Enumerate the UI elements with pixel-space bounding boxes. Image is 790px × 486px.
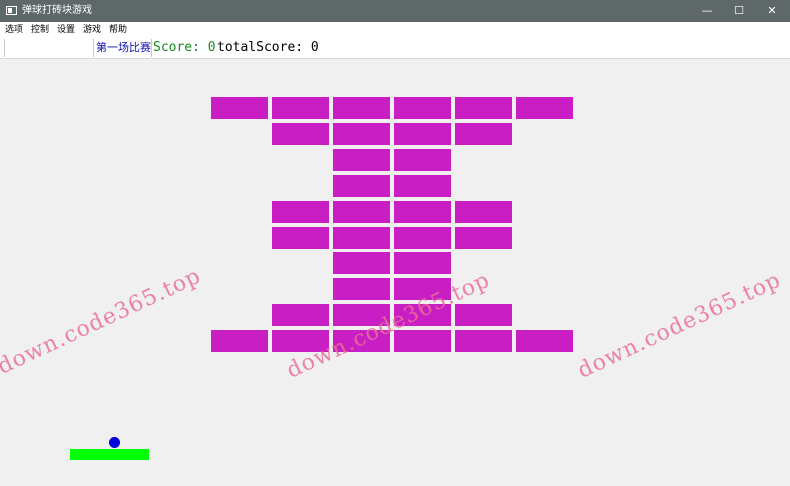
brick bbox=[333, 227, 390, 249]
status-toolbar: 第一场比赛 Score: 0 totalScore: 0 bbox=[0, 38, 790, 59]
brick bbox=[516, 97, 573, 119]
brick bbox=[211, 330, 268, 352]
round-label: 第一场比赛 bbox=[96, 41, 151, 54]
watermark: down.code365.top bbox=[574, 267, 786, 384]
brick bbox=[455, 304, 512, 326]
brick bbox=[455, 97, 512, 119]
game-area[interactable]: down.code365.top down.code365.top down.c… bbox=[0, 59, 790, 486]
brick bbox=[394, 123, 451, 145]
brick bbox=[394, 330, 451, 352]
menu-options[interactable]: 选项 bbox=[5, 24, 23, 36]
toolbar-separator bbox=[151, 39, 152, 57]
watermark: down.code365.top bbox=[0, 263, 206, 380]
brick bbox=[272, 304, 329, 326]
brick bbox=[455, 330, 512, 352]
brick bbox=[394, 149, 451, 171]
menu-control[interactable]: 控制 bbox=[31, 24, 49, 36]
brick bbox=[211, 97, 268, 119]
brick bbox=[455, 227, 512, 249]
brick bbox=[394, 201, 451, 223]
menu-help[interactable]: 帮助 bbox=[109, 24, 127, 36]
menu-settings[interactable]: 设置 bbox=[57, 24, 75, 36]
brick bbox=[272, 201, 329, 223]
brick bbox=[333, 97, 390, 119]
window-title: 弹球打砖块游戏 bbox=[22, 5, 92, 16]
total-score-label: totalScore: 0 bbox=[217, 40, 319, 55]
brick bbox=[394, 97, 451, 119]
brick bbox=[516, 330, 573, 352]
brick bbox=[333, 149, 390, 171]
app-icon bbox=[6, 6, 17, 15]
score-label: Score: 0 bbox=[153, 40, 216, 55]
brick bbox=[272, 227, 329, 249]
brick bbox=[272, 123, 329, 145]
menu-bar: 选项 控制 设置 游戏 帮助 bbox=[0, 22, 790, 38]
brick bbox=[455, 123, 512, 145]
menu-game[interactable]: 游戏 bbox=[83, 24, 101, 36]
brick bbox=[333, 278, 390, 300]
ball bbox=[109, 437, 120, 448]
brick bbox=[333, 252, 390, 274]
brick bbox=[394, 252, 451, 274]
minimize-button[interactable]: — bbox=[690, 0, 724, 22]
paddle[interactable] bbox=[70, 449, 149, 460]
brick bbox=[394, 175, 451, 197]
brick bbox=[333, 201, 390, 223]
toolbar-separator bbox=[93, 39, 94, 57]
toolbar-separator bbox=[4, 39, 5, 57]
brick bbox=[394, 227, 451, 249]
close-button[interactable]: ✕ bbox=[755, 0, 789, 22]
brick bbox=[455, 201, 512, 223]
maximize-button[interactable]: ☐ bbox=[722, 0, 756, 22]
brick bbox=[272, 97, 329, 119]
brick bbox=[333, 123, 390, 145]
brick bbox=[333, 175, 390, 197]
title-bar: 弹球打砖块游戏 — ☐ ✕ bbox=[0, 0, 790, 22]
